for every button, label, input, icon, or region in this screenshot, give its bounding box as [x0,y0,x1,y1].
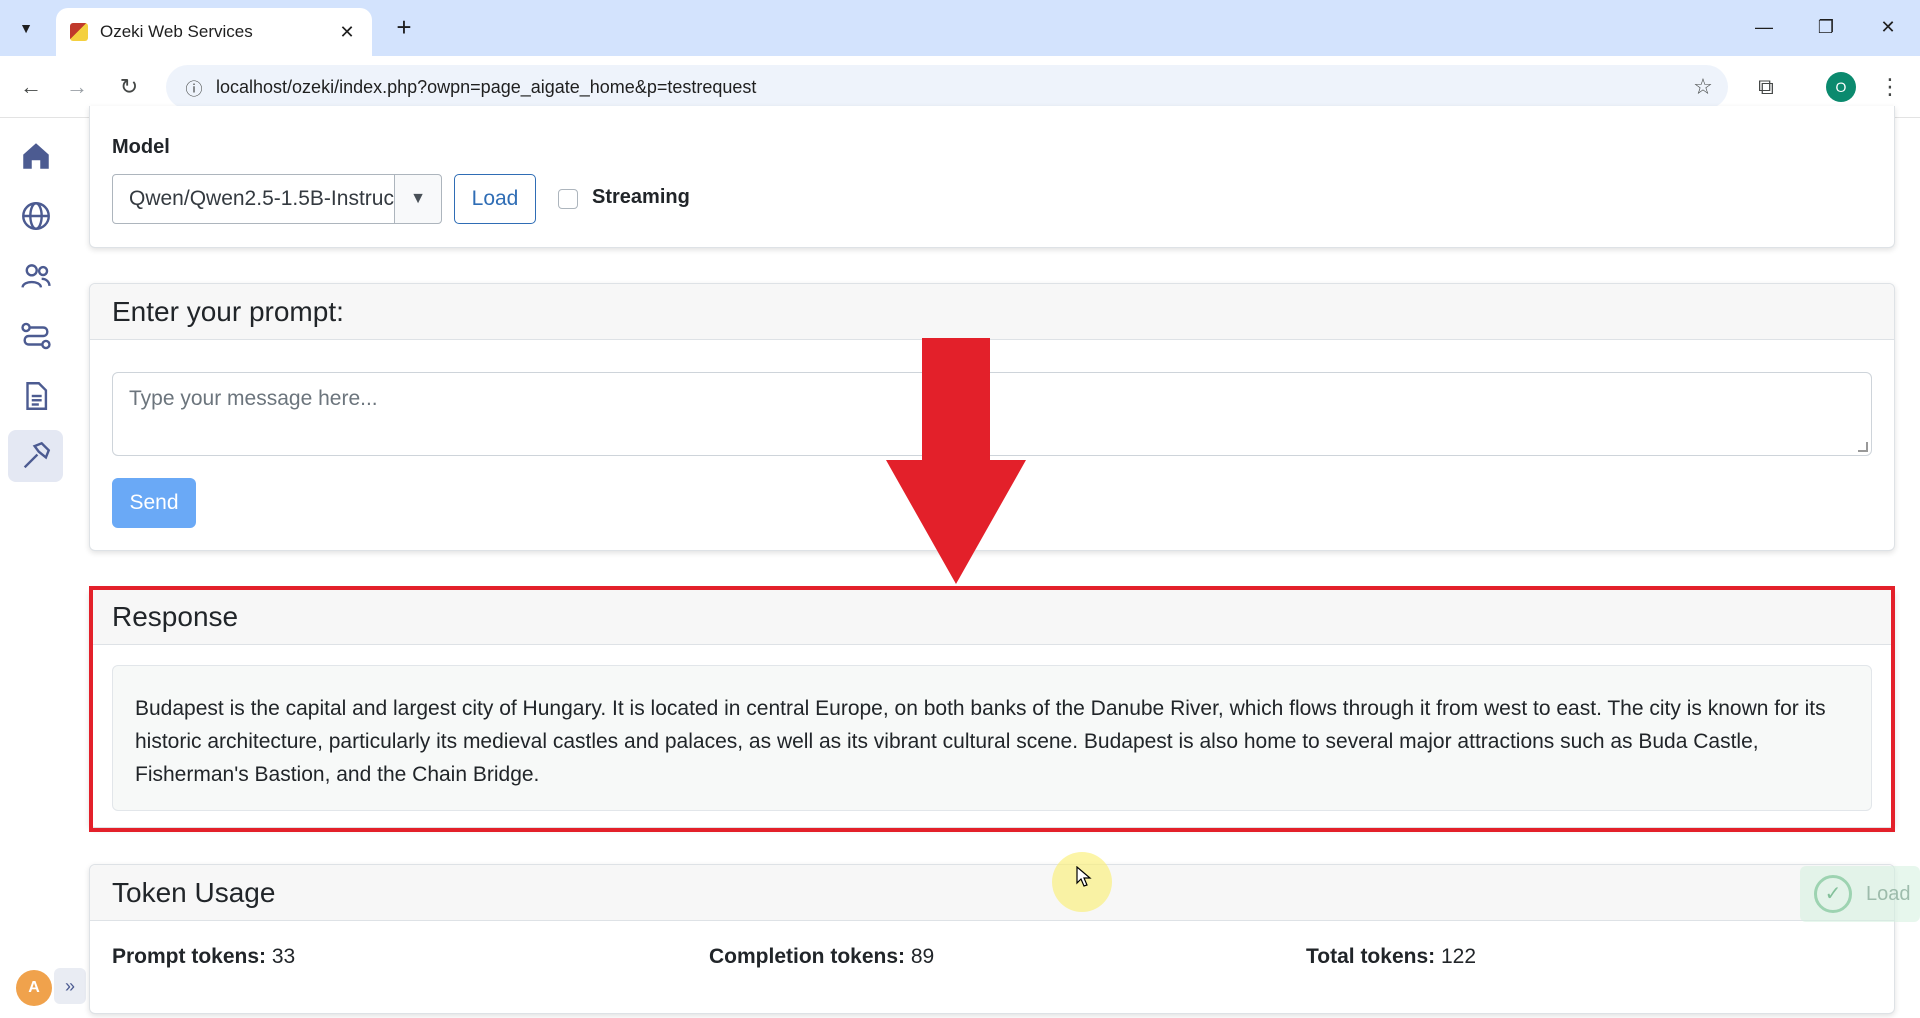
close-window-icon[interactable]: ✕ [1860,10,1916,44]
response-text: Budapest is the capital and largest city… [112,665,1872,811]
home-icon[interactable] [8,130,63,182]
load-success-toast: ✓ Load [1800,866,1920,922]
ozeki-favicon-icon [70,23,88,41]
textarea-resize-handle[interactable] [1858,442,1868,452]
prompt-tokens: Prompt tokens: 33 [112,945,295,969]
streaming-label: Streaming [592,186,690,208]
site-info-icon[interactable]: ⓘ [172,75,216,100]
model-card: Model Qwen/Qwen2.5-1.5B-Instruct ▼ Load … [89,106,1895,248]
toast-text: Load [1866,882,1911,905]
prompt-placeholder: Type your message here... [129,387,378,410]
address-bar[interactable]: ⓘ localhost/ozeki/index.php?owpn=page_ai… [166,65,1728,109]
extensions-puzzle-icon[interactable]: ⧉ [1752,73,1780,101]
prompt-tokens-label: Prompt tokens: [112,945,267,968]
total-tokens-value: 122 [1440,945,1477,968]
address-url[interactable]: localhost/ozeki/index.php?owpn=page_aiga… [216,77,1678,98]
model-select[interactable]: Qwen/Qwen2.5-1.5B-Instruct [112,174,395,224]
token-usage-title: Token Usage [90,865,1894,921]
response-card-title: Response [90,589,1894,645]
prompt-textarea[interactable]: Type your message here... [112,372,1872,456]
forward-arrow-icon[interactable]: → [60,70,94,104]
model-label: Model [112,136,170,158]
new-tab-button[interactable]: + [388,12,420,44]
back-arrow-icon[interactable]: ← [14,70,48,104]
globe-icon[interactable] [8,190,63,242]
browser-menu-icon[interactable]: ⋮ [1876,73,1904,101]
minimize-window-icon[interactable]: — [1736,10,1792,44]
response-card: Response Budapest is the capital and lar… [89,588,1895,828]
completion-tokens-value: 89 [910,945,935,968]
total-tokens: Total tokens: 122 [1306,945,1476,969]
main-content: Model Qwen/Qwen2.5-1.5B-Instruct ▼ Load … [70,106,1920,1018]
streaming-checkbox[interactable] [558,189,578,209]
user-avatar[interactable]: A [16,970,52,1006]
completion-tokens-label: Completion tokens: [709,945,906,968]
send-button[interactable]: Send [112,478,196,528]
model-dropdown-arrow-icon[interactable]: ▼ [394,174,442,224]
app-sidebar [0,118,70,1018]
tools-icon[interactable] [8,430,63,482]
tab-title: Ozeki Web Services [100,22,253,41]
restore-window-icon[interactable]: ❐ [1798,10,1854,44]
completion-tokens: Completion tokens: 89 [709,945,934,969]
tab-search-chevron-icon[interactable]: ▼ [8,11,44,45]
check-circle-icon: ✓ [1814,875,1852,913]
browser-tab[interactable]: Ozeki Web Services ✕ [56,8,372,56]
reload-icon[interactable]: ↻ [112,70,146,104]
users-icon[interactable] [8,250,63,302]
load-button[interactable]: Load [454,174,536,224]
total-tokens-label: Total tokens: [1306,945,1436,968]
profile-avatar[interactable]: O [1826,72,1856,102]
tab-close-icon[interactable]: ✕ [336,22,358,43]
bookmark-star-icon[interactable]: ☆ [1678,74,1728,100]
mouse-cursor-icon [1076,866,1092,887]
token-usage-card: Token Usage Prompt tokens: 33 Completion… [89,864,1895,1014]
prompt-tokens-value: 33 [271,945,296,968]
document-icon[interactable] [8,370,63,422]
prompt-card-title: Enter your prompt: [90,284,1894,340]
browser-tab-bar: ▼ Ozeki Web Services ✕ + — ❐ ✕ [0,0,1920,56]
prompt-card: Enter your prompt: Type your message her… [89,283,1895,551]
routes-icon[interactable] [8,310,63,362]
